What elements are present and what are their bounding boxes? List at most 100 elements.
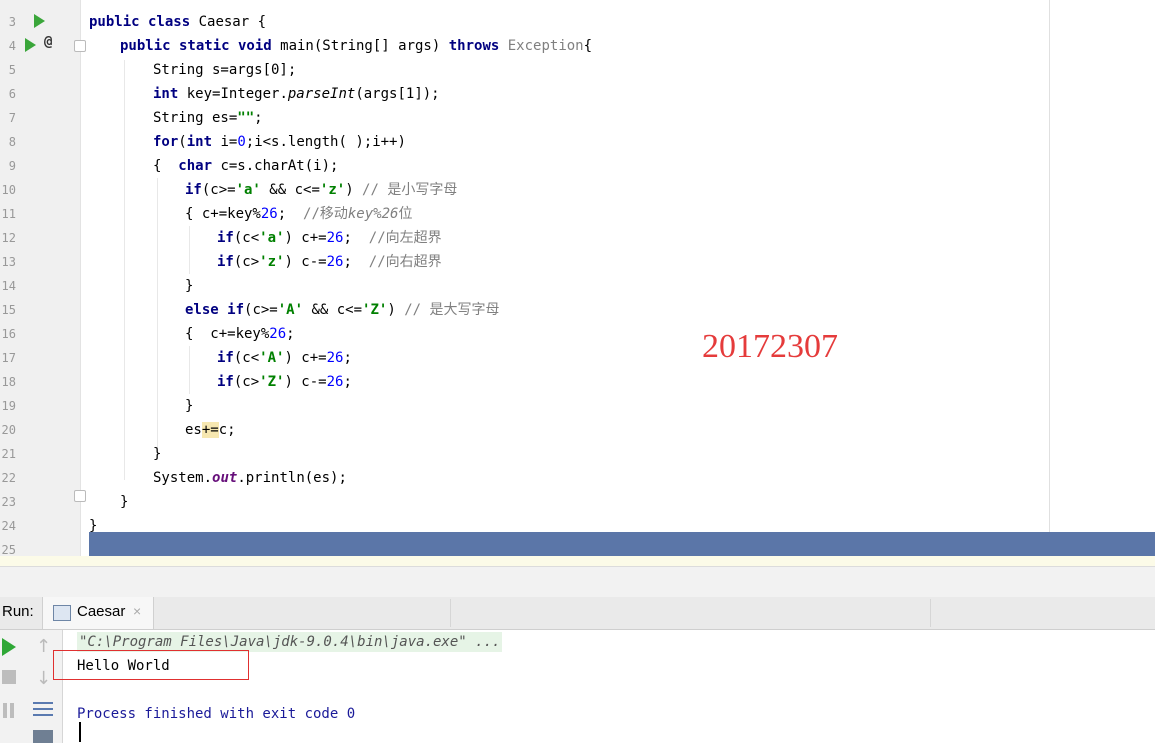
run-toolwindow-header: Run: Caesar × [0,597,1155,630]
line-number: 4 [8,39,16,53]
code-line[interactable]: { c+=key%26; //移动key%26位 [185,202,412,226]
code-text: String es= [153,110,238,126]
code-line[interactable]: public class Caesar { [89,10,266,34]
line-number: 5 [8,63,16,77]
divider [930,599,931,627]
code-line[interactable]: public static void main(String[] args) t… [120,34,592,58]
code-line[interactable]: System.out.println(es); [153,466,347,490]
indent-guide [124,60,125,480]
student-id-watermark: 20172307 [702,328,838,365]
rerun-play-icon[interactable] [2,638,16,656]
code-text: { [153,158,179,174]
close-icon[interactable]: × [133,603,141,619]
indent-guide [157,178,158,448]
up-arrow-icon[interactable]: ↑ [36,636,51,657]
string-literal: 'A' [259,350,285,366]
line-number: 3 [8,15,16,29]
number-literal: 26 [326,374,344,390]
console-caret [79,722,81,742]
string-literal: 'a' [259,230,285,246]
code-line[interactable]: es+=c; [185,418,236,442]
code-line[interactable]: { char c=s.charAt(i); [153,154,338,178]
down-arrow-icon[interactable]: ↓ [36,668,51,689]
code-line[interactable]: if(c<'a') c+=26; //向左超界 [217,226,442,250]
keyword: int [186,134,213,150]
code-text: ) c-= [284,374,327,390]
code-line[interactable]: if(c>'Z') c-=26; [217,370,352,394]
run-main-icon[interactable] [25,38,36,52]
code-line[interactable]: else if(c>='A' && c<='Z') // 是大写字母 [185,298,500,322]
code-text: ; [343,350,352,366]
soft-wrap-icon[interactable] [33,702,53,718]
code-text: Exception [499,38,584,54]
line-number: 12 [1,231,16,245]
code-text: { c+=key% [185,206,261,222]
keyword: public static void [120,38,272,54]
string-literal: 'z' [319,182,346,198]
code-text: es [185,422,202,438]
indent-guide [189,346,190,394]
line-number: 17 [1,351,16,365]
line-number: 15 [1,303,16,317]
static-field: out [212,470,238,486]
fold-marker-icon[interactable] [74,40,86,52]
code-line[interactable]: if(c<'A') c+=26; [217,346,352,370]
line-number: 19 [1,399,16,413]
code-editor[interactable]: 3 4 5 6 7 8 9 10 11 12 13 14 15 16 17 18… [0,0,1155,566]
keyword: for [153,134,179,150]
code-line[interactable]: } [185,394,193,418]
code-text: main(String[] args) [271,38,449,54]
comment: //移动 [303,206,348,222]
code-line[interactable]: } [185,274,193,298]
code-text: (c> [233,374,260,390]
code-line[interactable]: for(int i=0;i<s.length( );i++) [153,130,406,154]
code-line[interactable]: String es=""; [153,106,263,130]
console-output[interactable]: "C:\Program Files\Java\jdk-9.0.4\bin\jav… [63,630,1155,743]
code-line[interactable]: } [153,442,161,466]
number-literal: 26 [326,254,344,270]
comment: // 是大写字母 [404,302,500,318]
comment: //向左超界 [368,230,442,246]
string-literal: 'z' [259,254,285,270]
stop-icon[interactable] [2,670,16,684]
line-number: 8 [8,135,16,149]
line-number: 21 [1,447,16,461]
keyword: int [153,86,179,102]
line-number: 13 [1,255,16,269]
code-line[interactable]: if(c>'z') c-=26; //向右超界 [217,250,442,274]
panel-splitter[interactable] [0,566,1155,598]
code-text: c=s.charAt(i); [212,158,339,174]
pause-icon[interactable] [10,703,14,718]
run-label: Run: [2,603,34,620]
run-class-icon[interactable] [34,14,45,28]
string-literal: "" [237,110,255,126]
line-number: 6 [8,87,16,101]
code-text: ) c+= [284,350,327,366]
code-text: (c>= [244,302,278,318]
pause-icon[interactable] [3,703,7,718]
code-line[interactable]: } [120,490,128,514]
override-at-icon[interactable]: @ [44,34,52,50]
string-literal: 'Z' [259,374,285,390]
code-line[interactable]: int key=Integer.parseInt(args[1]); [153,82,440,106]
code-line[interactable]: { c+=key%26; [185,322,295,346]
code-text: ; [343,374,352,390]
number-literal: 26 [326,230,344,246]
keyword: if [227,302,245,318]
code-line[interactable]: if(c>='a' && c<='z') // 是小写字母 [185,178,457,202]
run-toolbar: ↑ ↓ [0,630,63,743]
run-tab-caesar[interactable]: Caesar × [42,597,154,629]
code-line[interactable]: String s=args[0]; [153,58,296,82]
comment: 位 [398,206,413,222]
code-text: key=Integer. [178,86,288,102]
keyword: if [217,230,234,246]
fold-marker-icon[interactable] [74,490,86,502]
line-number: 24 [1,519,16,533]
keyword: char [178,158,213,174]
print-icon[interactable] [33,730,53,743]
keyword: if [185,182,202,198]
code-text: ( [178,134,187,150]
editor-gutter: 3 4 5 6 7 8 9 10 11 12 13 14 15 16 17 18… [0,0,86,566]
console-icon [53,605,71,621]
